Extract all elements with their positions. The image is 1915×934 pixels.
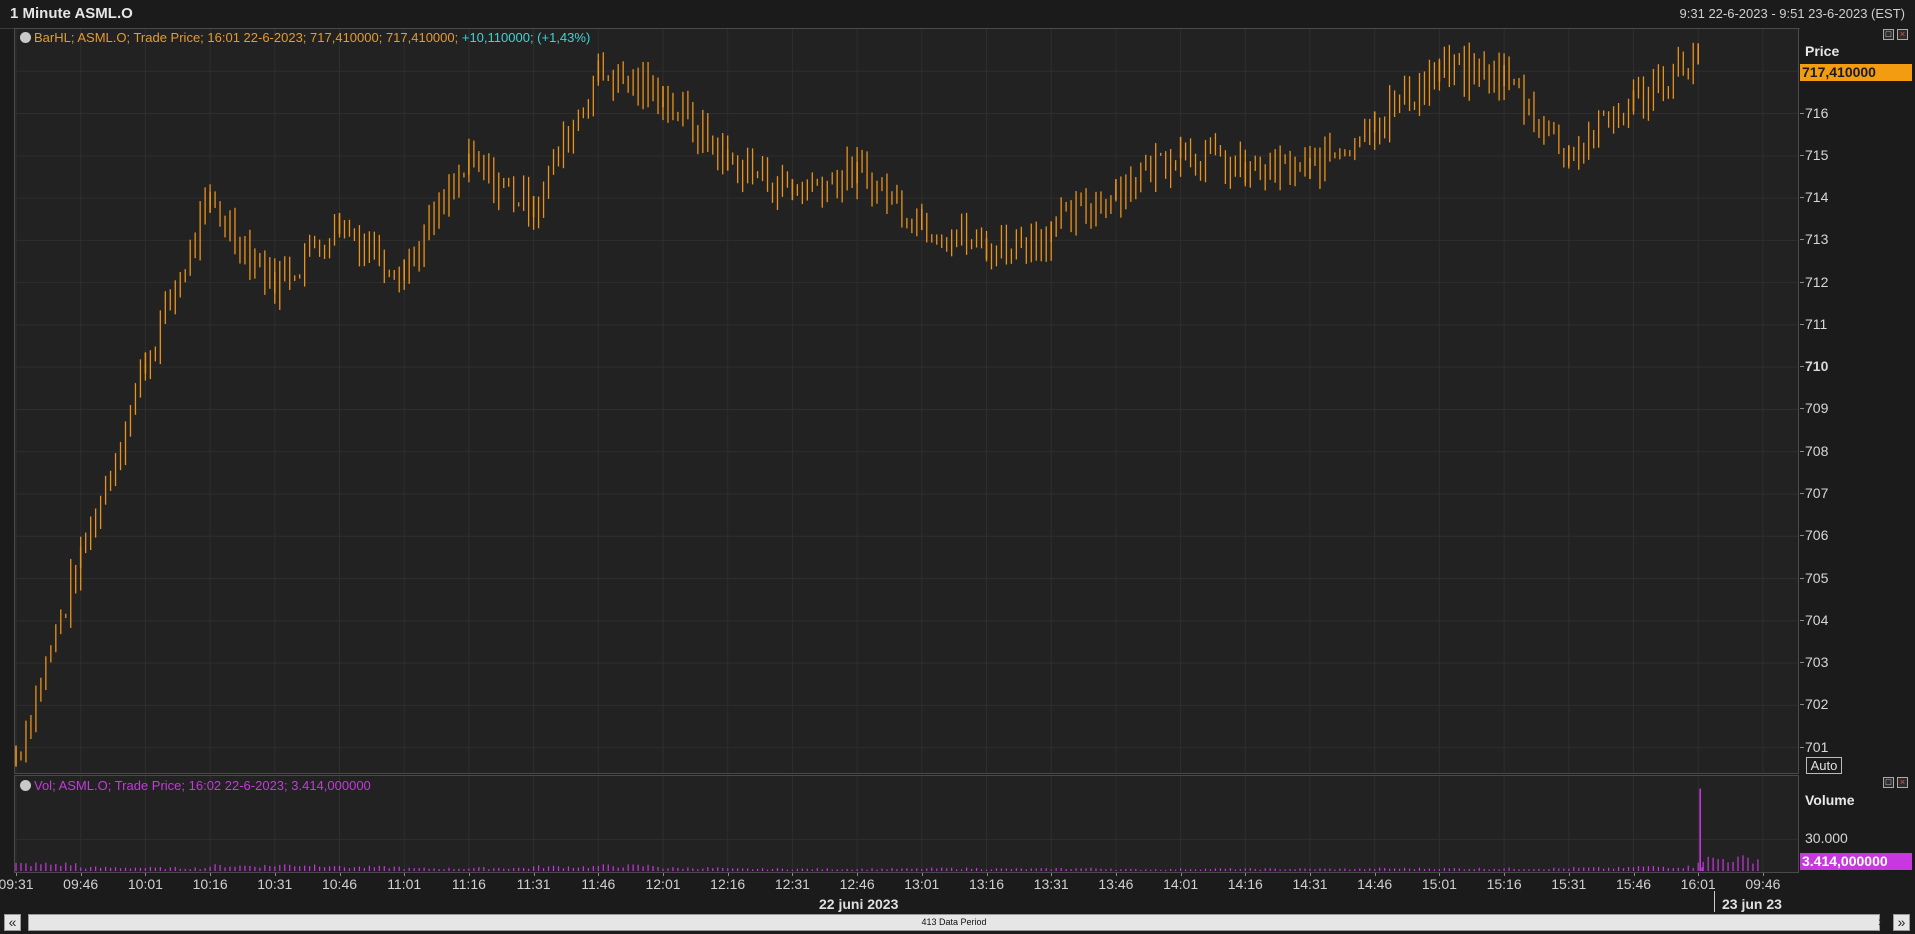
time-tick-label: 11:16 — [451, 876, 486, 892]
time-tick-label: 13:01 — [904, 876, 940, 892]
time-tick-mark — [210, 873, 212, 876]
time-tick-mark — [468, 873, 470, 876]
time-tick-mark — [1633, 873, 1635, 876]
volume-legend: Vol; ASML.O; Trade Price; 16:02 22-6-202… — [20, 778, 371, 793]
time-tick-mark — [663, 873, 664, 876]
time-tick-label: 12:46 — [839, 876, 875, 892]
time-tick-label: 10:16 — [192, 876, 228, 892]
time-tick-label: 15:31 — [1551, 876, 1587, 892]
time-tick-mark — [1374, 873, 1376, 876]
time-axis: 09:31 09:46 10:01 10:16 10:31 10:46 11:01 11:16… — [0, 873, 1915, 913]
time-tick-label: 10:01 — [127, 876, 163, 892]
price-legend-text: BarHL; ASML.O; Trade Price; 16:01 22-6-2… — [34, 30, 459, 45]
time-tick-label: 14:31 — [1292, 876, 1328, 892]
time-tick-mark — [533, 873, 535, 876]
time-tick-mark — [1762, 873, 1764, 876]
scroll-to-end-button[interactable]: » — [1893, 914, 1910, 931]
time-tick-mark — [921, 873, 923, 876]
scroll-right-icon[interactable]: › — [1872, 914, 1889, 931]
last-volume-badge: 3.414,000000 — [1800, 853, 1912, 870]
time-tick-label: 13:46 — [1098, 876, 1134, 892]
time-tick-label: 12:31 — [774, 876, 810, 892]
time-tick-label: 15:16 — [1486, 876, 1522, 892]
time-tick-mark — [274, 873, 276, 876]
time-tick-mark — [1568, 873, 1570, 876]
time-tick-mark — [1504, 873, 1506, 876]
time-tick-mark — [1245, 873, 1247, 876]
time-tick-label: 11:46 — [581, 876, 616, 892]
time-tick-label: 10:31 — [257, 876, 293, 892]
time-tick-mark — [404, 873, 406, 876]
time-tick-mark — [1115, 873, 1117, 876]
time-tick-label: 09:31 — [0, 876, 34, 892]
time-tick-label: 11:31 — [516, 876, 551, 892]
time-tick-label: 13:16 — [968, 876, 1005, 892]
time-tick-mark — [1310, 873, 1311, 876]
price-legend-change: +10,110000; (+1,43%) — [461, 30, 591, 45]
date-label: 23 jun 23 — [1722, 896, 1782, 912]
time-tick-label: 12:01 — [645, 876, 681, 892]
volume-legend-text: Vol; ASML.O; Trade Price; 16:02 22-6-202… — [34, 778, 371, 793]
time-tick-mark — [80, 873, 82, 876]
close-panel-icon[interactable]: × — [1897, 777, 1908, 788]
time-tick-label: 16:01 — [1680, 876, 1716, 892]
scrollbar-track[interactable]: 413 Data Period — [28, 914, 1880, 931]
series-settings-icon[interactable] — [20, 32, 31, 43]
time-tick-mark — [16, 873, 17, 876]
time-tick-label: 14:01 — [1163, 876, 1199, 892]
time-tick-label: 14:46 — [1357, 876, 1393, 892]
time-tick-label: 12:16 — [710, 876, 746, 892]
time-tick-mark — [145, 873, 147, 876]
scrollbar[interactable]: « ‹ 413 Data Period › » — [0, 912, 1915, 934]
time-tick-mark — [857, 873, 859, 876]
time-tick-mark — [1698, 873, 1700, 876]
close-panel-icon[interactable]: × — [1897, 29, 1908, 40]
time-tick-label: 10:46 — [321, 876, 358, 892]
time-tick-label: 15:46 — [1615, 876, 1652, 892]
day-separator — [1714, 891, 1715, 913]
time-tick-mark — [339, 873, 341, 876]
time-tick-label: 09:46 — [63, 876, 99, 892]
time-tick-mark — [1439, 873, 1441, 876]
maximize-panel-icon[interactable]: □ — [1883, 29, 1894, 40]
time-tick-mark — [986, 873, 988, 876]
time-tick-mark — [1180, 873, 1182, 876]
price-legend: BarHL; ASML.O; Trade Price; 16:01 22-6-2… — [20, 30, 590, 45]
date-label: 22 juni 2023 — [819, 896, 899, 912]
time-tick-label: 11:01 — [387, 876, 422, 892]
chart-canvas — [15, 29, 1798, 871]
last-price-badge: 717,410000 — [1800, 64, 1912, 81]
time-tick-mark — [792, 873, 794, 876]
data-period-label: 413 Data Period — [921, 917, 987, 927]
time-tick-mark — [1051, 873, 1053, 876]
time-tick-label: 09:46 — [1745, 876, 1781, 892]
series-settings-icon[interactable] — [20, 780, 31, 791]
auto-scale-button[interactable]: Auto — [1806, 757, 1842, 774]
scroll-to-start-button[interactable]: « — [4, 914, 21, 931]
time-tick-label: 13:31 — [1033, 876, 1069, 892]
time-tick-label: 14:16 — [1227, 876, 1263, 892]
time-tick-mark — [598, 873, 600, 876]
maximize-panel-icon[interactable]: □ — [1883, 777, 1894, 788]
time-tick-label: 15:01 — [1421, 876, 1457, 892]
time-tick-mark — [727, 873, 729, 876]
